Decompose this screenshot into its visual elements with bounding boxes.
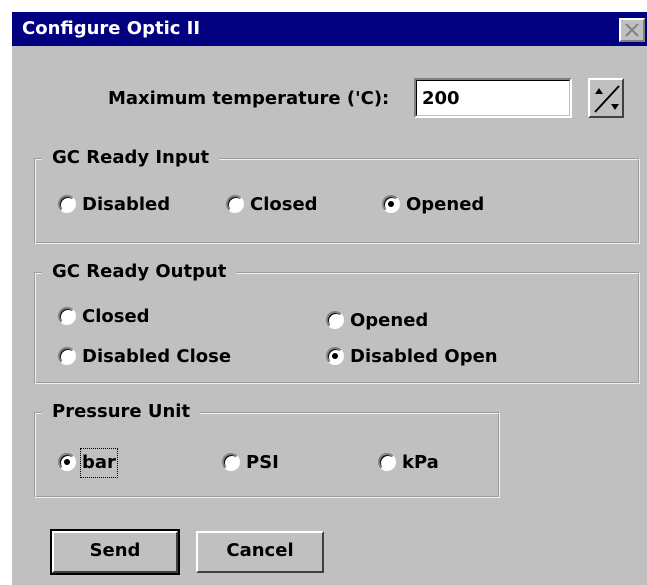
- radio-label: Closed: [82, 306, 150, 327]
- radio-indicator: [226, 195, 244, 213]
- gc-ready-input-group: GC Ready Input Disabled Closed Opened: [34, 147, 640, 244]
- gc-ready-output-legend: GC Ready Output: [42, 261, 237, 282]
- window-title: Configure Optic II: [22, 18, 201, 39]
- radio-label: kPa: [402, 452, 439, 473]
- radio-label: Closed: [250, 194, 318, 215]
- max-temp-label: Maximum temperature ('C):: [108, 88, 390, 109]
- max-temp-value: 200: [422, 88, 460, 109]
- gc-ready-input-legend: GC Ready Input: [42, 147, 220, 168]
- spin-updown-icon: [594, 85, 620, 113]
- radio-indicator: [382, 195, 400, 213]
- radio-label: Disabled: [82, 194, 171, 215]
- pressure-unit-legend: Pressure Unit: [42, 401, 201, 422]
- radio-indicator: [378, 453, 396, 471]
- title-bar[interactable]: Configure Optic II: [12, 12, 647, 46]
- close-button[interactable]: [619, 18, 645, 42]
- radio-label: Disabled Open: [350, 346, 498, 367]
- radio-indicator: [326, 311, 344, 329]
- radio-label: bar: [80, 448, 118, 478]
- configure-dialog: Configure Optic II Maximum temperature (…: [10, 10, 647, 585]
- radio-indicator: [58, 347, 76, 365]
- max-temp-spin-button[interactable]: [588, 78, 624, 118]
- radio-indicator: [326, 347, 344, 365]
- radio-indicator: [58, 307, 76, 325]
- send-button[interactable]: Send: [50, 529, 180, 575]
- radio-indicator: [222, 453, 240, 471]
- radio-label: PSI: [246, 452, 279, 473]
- max-temp-input[interactable]: 200: [414, 78, 572, 118]
- pressure-unit-group: Pressure Unit bar PSI kPa: [34, 401, 500, 498]
- radio-label: Opened: [406, 194, 485, 215]
- radio-indicator: [58, 453, 76, 471]
- radio-label: Disabled Close: [82, 346, 232, 367]
- gc-ready-output-group: GC Ready Output Closed Opened Disabled C…: [34, 261, 640, 384]
- cancel-button[interactable]: Cancel: [196, 531, 324, 573]
- radio-label: Opened: [350, 310, 429, 331]
- radio-indicator: [58, 195, 76, 213]
- close-icon: [625, 23, 639, 37]
